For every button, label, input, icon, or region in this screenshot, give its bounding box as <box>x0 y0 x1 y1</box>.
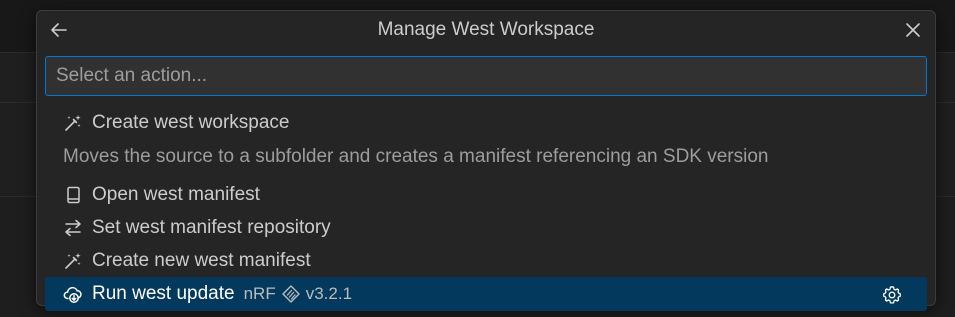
list-item-set-west-manifest-repository[interactable]: Set west manifest repository <box>45 212 927 244</box>
sparkle-wand-icon <box>63 113 83 133</box>
item-description: Moves the source to a subfolder and crea… <box>63 146 769 167</box>
close-icon[interactable] <box>899 16 927 44</box>
arrows-swap-icon <box>63 218 83 238</box>
list-item-create-west-workspace[interactable]: Create west workspace <box>45 107 927 139</box>
file-icon <box>63 185 83 205</box>
gear-icon[interactable] <box>881 284 903 306</box>
list-item-run-west-update[interactable]: Run west update nRF v3.2.1 <box>45 277 927 311</box>
quick-pick-dialog: Manage West Workspace Create west worksp… <box>36 10 936 311</box>
nrf-sdk-icon <box>281 284 301 304</box>
sdk-version-detail: nRF v3.2.1 <box>244 284 352 304</box>
sparkle-wand-icon <box>63 251 83 271</box>
item-label: Run west update <box>92 283 235 304</box>
action-search-input[interactable] <box>45 56 927 96</box>
sdk-version: v3.2.1 <box>305 284 353 303</box>
item-label: Set west manifest repository <box>92 217 331 238</box>
item-label: Create new west manifest <box>92 250 311 271</box>
item-label: Create west workspace <box>92 112 290 133</box>
cloud-download-icon <box>63 284 83 304</box>
quick-pick-header: Manage West Workspace <box>37 11 935 49</box>
item-label: Open west manifest <box>92 184 260 205</box>
list-item-create-new-west-manifest[interactable]: Create new west manifest <box>45 245 927 277</box>
list-item-open-west-manifest[interactable]: Open west manifest <box>45 179 927 211</box>
dialog-title: Manage West Workspace <box>377 19 595 40</box>
sdk-prefix: nRF <box>243 284 276 303</box>
